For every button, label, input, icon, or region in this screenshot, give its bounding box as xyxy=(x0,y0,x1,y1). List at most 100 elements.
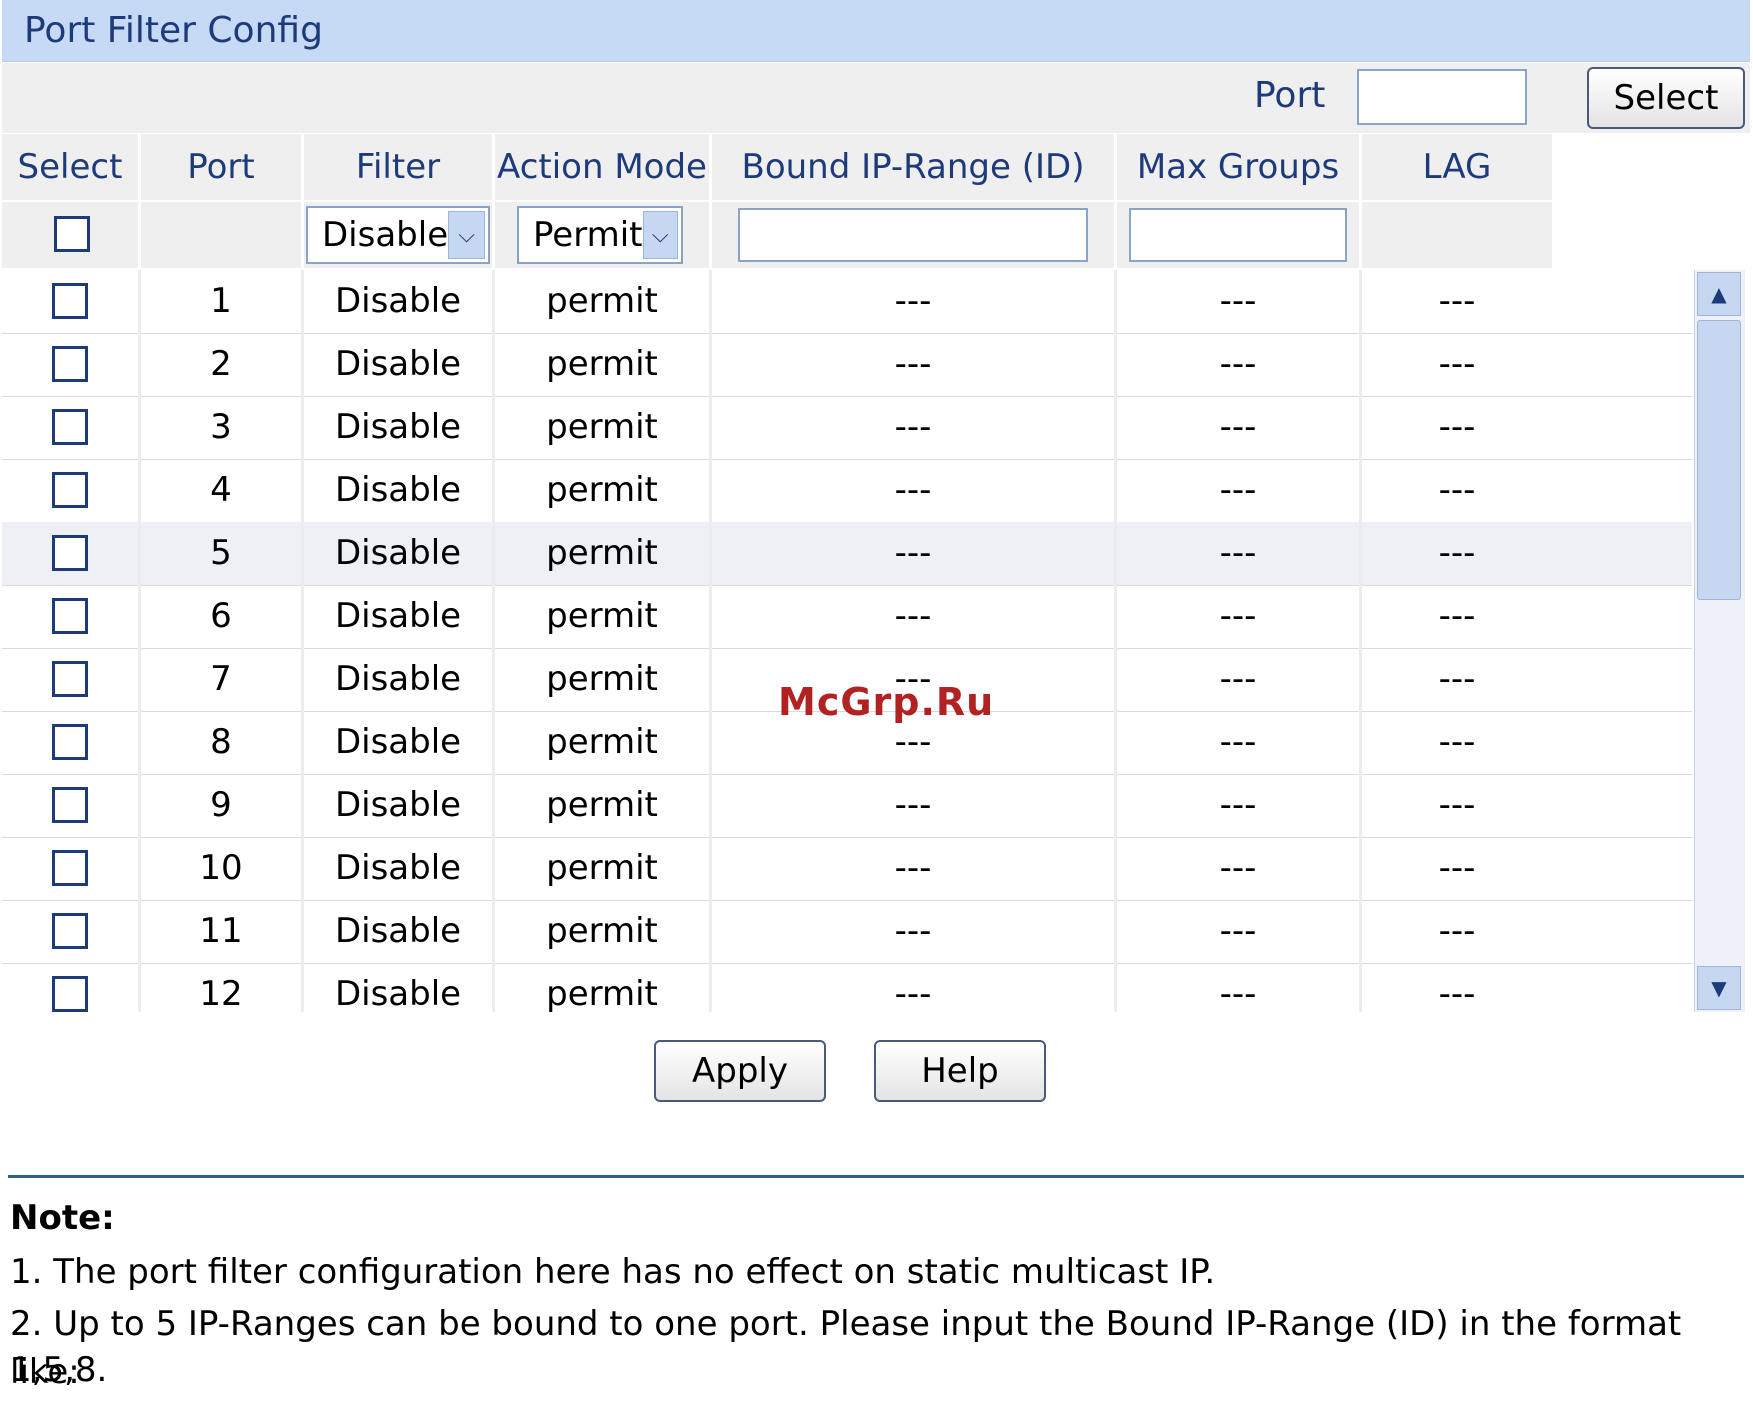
row-checkbox[interactable] xyxy=(52,598,88,634)
edit-row-action-cell: Permit ⌵ xyxy=(495,202,709,268)
cell-action: permit xyxy=(546,596,658,636)
table-row[interactable]: 10 Disable permit --- --- --- xyxy=(2,837,1692,901)
cell-filter: Disable xyxy=(334,722,462,762)
filter-dropdown[interactable]: Disable ⌵ xyxy=(306,206,490,264)
table-row[interactable]: 6 Disable permit --- --- --- xyxy=(2,585,1692,649)
table-row[interactable]: 3 Disable permit --- --- --- xyxy=(2,396,1692,460)
cell-port: 6 xyxy=(210,596,232,636)
table-row[interactable]: 4 Disable permit --- --- --- xyxy=(2,459,1692,523)
row-checkbox[interactable] xyxy=(52,850,88,886)
cell-filter: Disable xyxy=(334,344,462,384)
table-row[interactable]: 12 Disable permit --- --- --- xyxy=(2,963,1692,1012)
chevron-down-icon: ⌵ xyxy=(642,211,678,259)
cell-bound: --- xyxy=(894,407,932,447)
row-select-cell xyxy=(2,963,138,1012)
port-select-input[interactable] xyxy=(1357,69,1527,125)
scrollbar-thumb[interactable] xyxy=(1697,320,1741,600)
row-checkbox[interactable] xyxy=(52,976,88,1012)
col-header-action-mode: Action Mode xyxy=(495,134,709,200)
row-select-cell xyxy=(2,711,138,773)
port-select-button[interactable]: Select xyxy=(1587,67,1745,129)
row-checkbox[interactable] xyxy=(52,283,88,319)
cell-bound: --- xyxy=(894,911,932,951)
note-title: Note: xyxy=(10,1198,115,1238)
cell-lag: --- xyxy=(1438,974,1476,1012)
cell-port: 5 xyxy=(210,533,232,573)
row-select-cell xyxy=(2,774,138,836)
cell-lag: --- xyxy=(1438,470,1476,510)
row-checkbox[interactable] xyxy=(52,724,88,760)
max-groups-input[interactable] xyxy=(1129,208,1347,262)
cell-filter: Disable xyxy=(334,533,462,573)
note-line-2-continued: 1,5,8. xyxy=(10,1350,108,1390)
arrow-down-icon[interactable]: ▼ xyxy=(1697,966,1741,1010)
row-select-cell xyxy=(2,522,138,584)
table-row[interactable]: 11 Disable permit --- --- --- xyxy=(2,900,1692,964)
cell-lag: --- xyxy=(1438,407,1476,447)
cell-lag: --- xyxy=(1438,659,1476,699)
row-checkbox[interactable] xyxy=(52,787,88,823)
action-mode-dropdown[interactable]: Permit ⌵ xyxy=(517,206,683,264)
cell-bound: --- xyxy=(894,596,932,636)
table-row[interactable]: 2 Disable permit --- --- --- xyxy=(2,333,1692,397)
cell-lag: --- xyxy=(1438,911,1476,951)
cell-bound: --- xyxy=(894,785,932,825)
cell-bound: --- xyxy=(894,344,932,384)
cell-max: --- xyxy=(1219,659,1257,699)
cell-action: permit xyxy=(546,659,658,699)
filter-dropdown-value: Disable xyxy=(322,215,449,255)
cell-bound: --- xyxy=(894,533,932,573)
help-button[interactable]: Help xyxy=(874,1040,1046,1102)
cell-lag: --- xyxy=(1438,533,1476,573)
edit-row-port-cell xyxy=(141,202,301,268)
cell-max: --- xyxy=(1219,533,1257,573)
cell-lag: --- xyxy=(1438,785,1476,825)
apply-button[interactable]: Apply xyxy=(654,1040,826,1102)
table-row[interactable]: 1 Disable permit --- --- --- xyxy=(2,270,1692,334)
cell-lag: --- xyxy=(1438,596,1476,636)
cell-lag: --- xyxy=(1438,722,1476,762)
arrow-up-icon[interactable]: ▲ xyxy=(1697,272,1741,316)
bound-ip-range-input[interactable] xyxy=(738,208,1088,262)
row-select-cell xyxy=(2,585,138,647)
col-header-port: Port xyxy=(141,134,301,200)
cell-action: permit xyxy=(546,281,658,321)
cell-max: --- xyxy=(1219,344,1257,384)
cell-bound: --- xyxy=(894,974,932,1012)
col-header-lag: LAG xyxy=(1362,134,1552,200)
cell-filter: Disable xyxy=(334,785,462,825)
cell-port: 3 xyxy=(210,407,232,447)
row-checkbox[interactable] xyxy=(52,346,88,382)
row-checkbox[interactable] xyxy=(52,661,88,697)
row-checkbox[interactable] xyxy=(52,409,88,445)
panel-title: Port Filter Config xyxy=(24,10,323,51)
table-scrollbar[interactable]: ▲ ▼ xyxy=(1694,270,1745,1012)
row-checkbox[interactable] xyxy=(52,913,88,949)
divider xyxy=(8,1175,1744,1178)
row-checkbox[interactable] xyxy=(52,535,88,571)
cell-max: --- xyxy=(1219,407,1257,447)
cell-filter: Disable xyxy=(334,911,462,951)
cell-lag: --- xyxy=(1438,344,1476,384)
col-header-max-groups: Max Groups xyxy=(1117,134,1359,200)
table-row[interactable]: 5 Disable permit --- --- --- xyxy=(2,522,1692,586)
cell-max: --- xyxy=(1219,470,1257,510)
cell-max: --- xyxy=(1219,974,1257,1012)
watermark: McGrp.Ru xyxy=(778,680,995,724)
cell-filter: Disable xyxy=(334,848,462,888)
cell-lag: --- xyxy=(1438,281,1476,321)
edit-row-filter-cell: Disable ⌵ xyxy=(304,202,492,268)
col-header-bound-ip-range: Bound IP-Range (ID) xyxy=(712,134,1114,200)
cell-action: permit xyxy=(546,344,658,384)
action-mode-dropdown-value: Permit xyxy=(533,215,643,255)
select-all-checkbox[interactable] xyxy=(54,216,90,252)
cell-filter: Disable xyxy=(334,470,462,510)
cell-port: 4 xyxy=(210,470,232,510)
cell-port: 9 xyxy=(210,785,232,825)
cell-filter: Disable xyxy=(334,281,462,321)
cell-max: --- xyxy=(1219,911,1257,951)
col-header-select: Select xyxy=(2,134,138,200)
table-row[interactable]: 9 Disable permit --- --- --- xyxy=(2,774,1692,838)
cell-filter: Disable xyxy=(334,407,462,447)
row-checkbox[interactable] xyxy=(52,472,88,508)
